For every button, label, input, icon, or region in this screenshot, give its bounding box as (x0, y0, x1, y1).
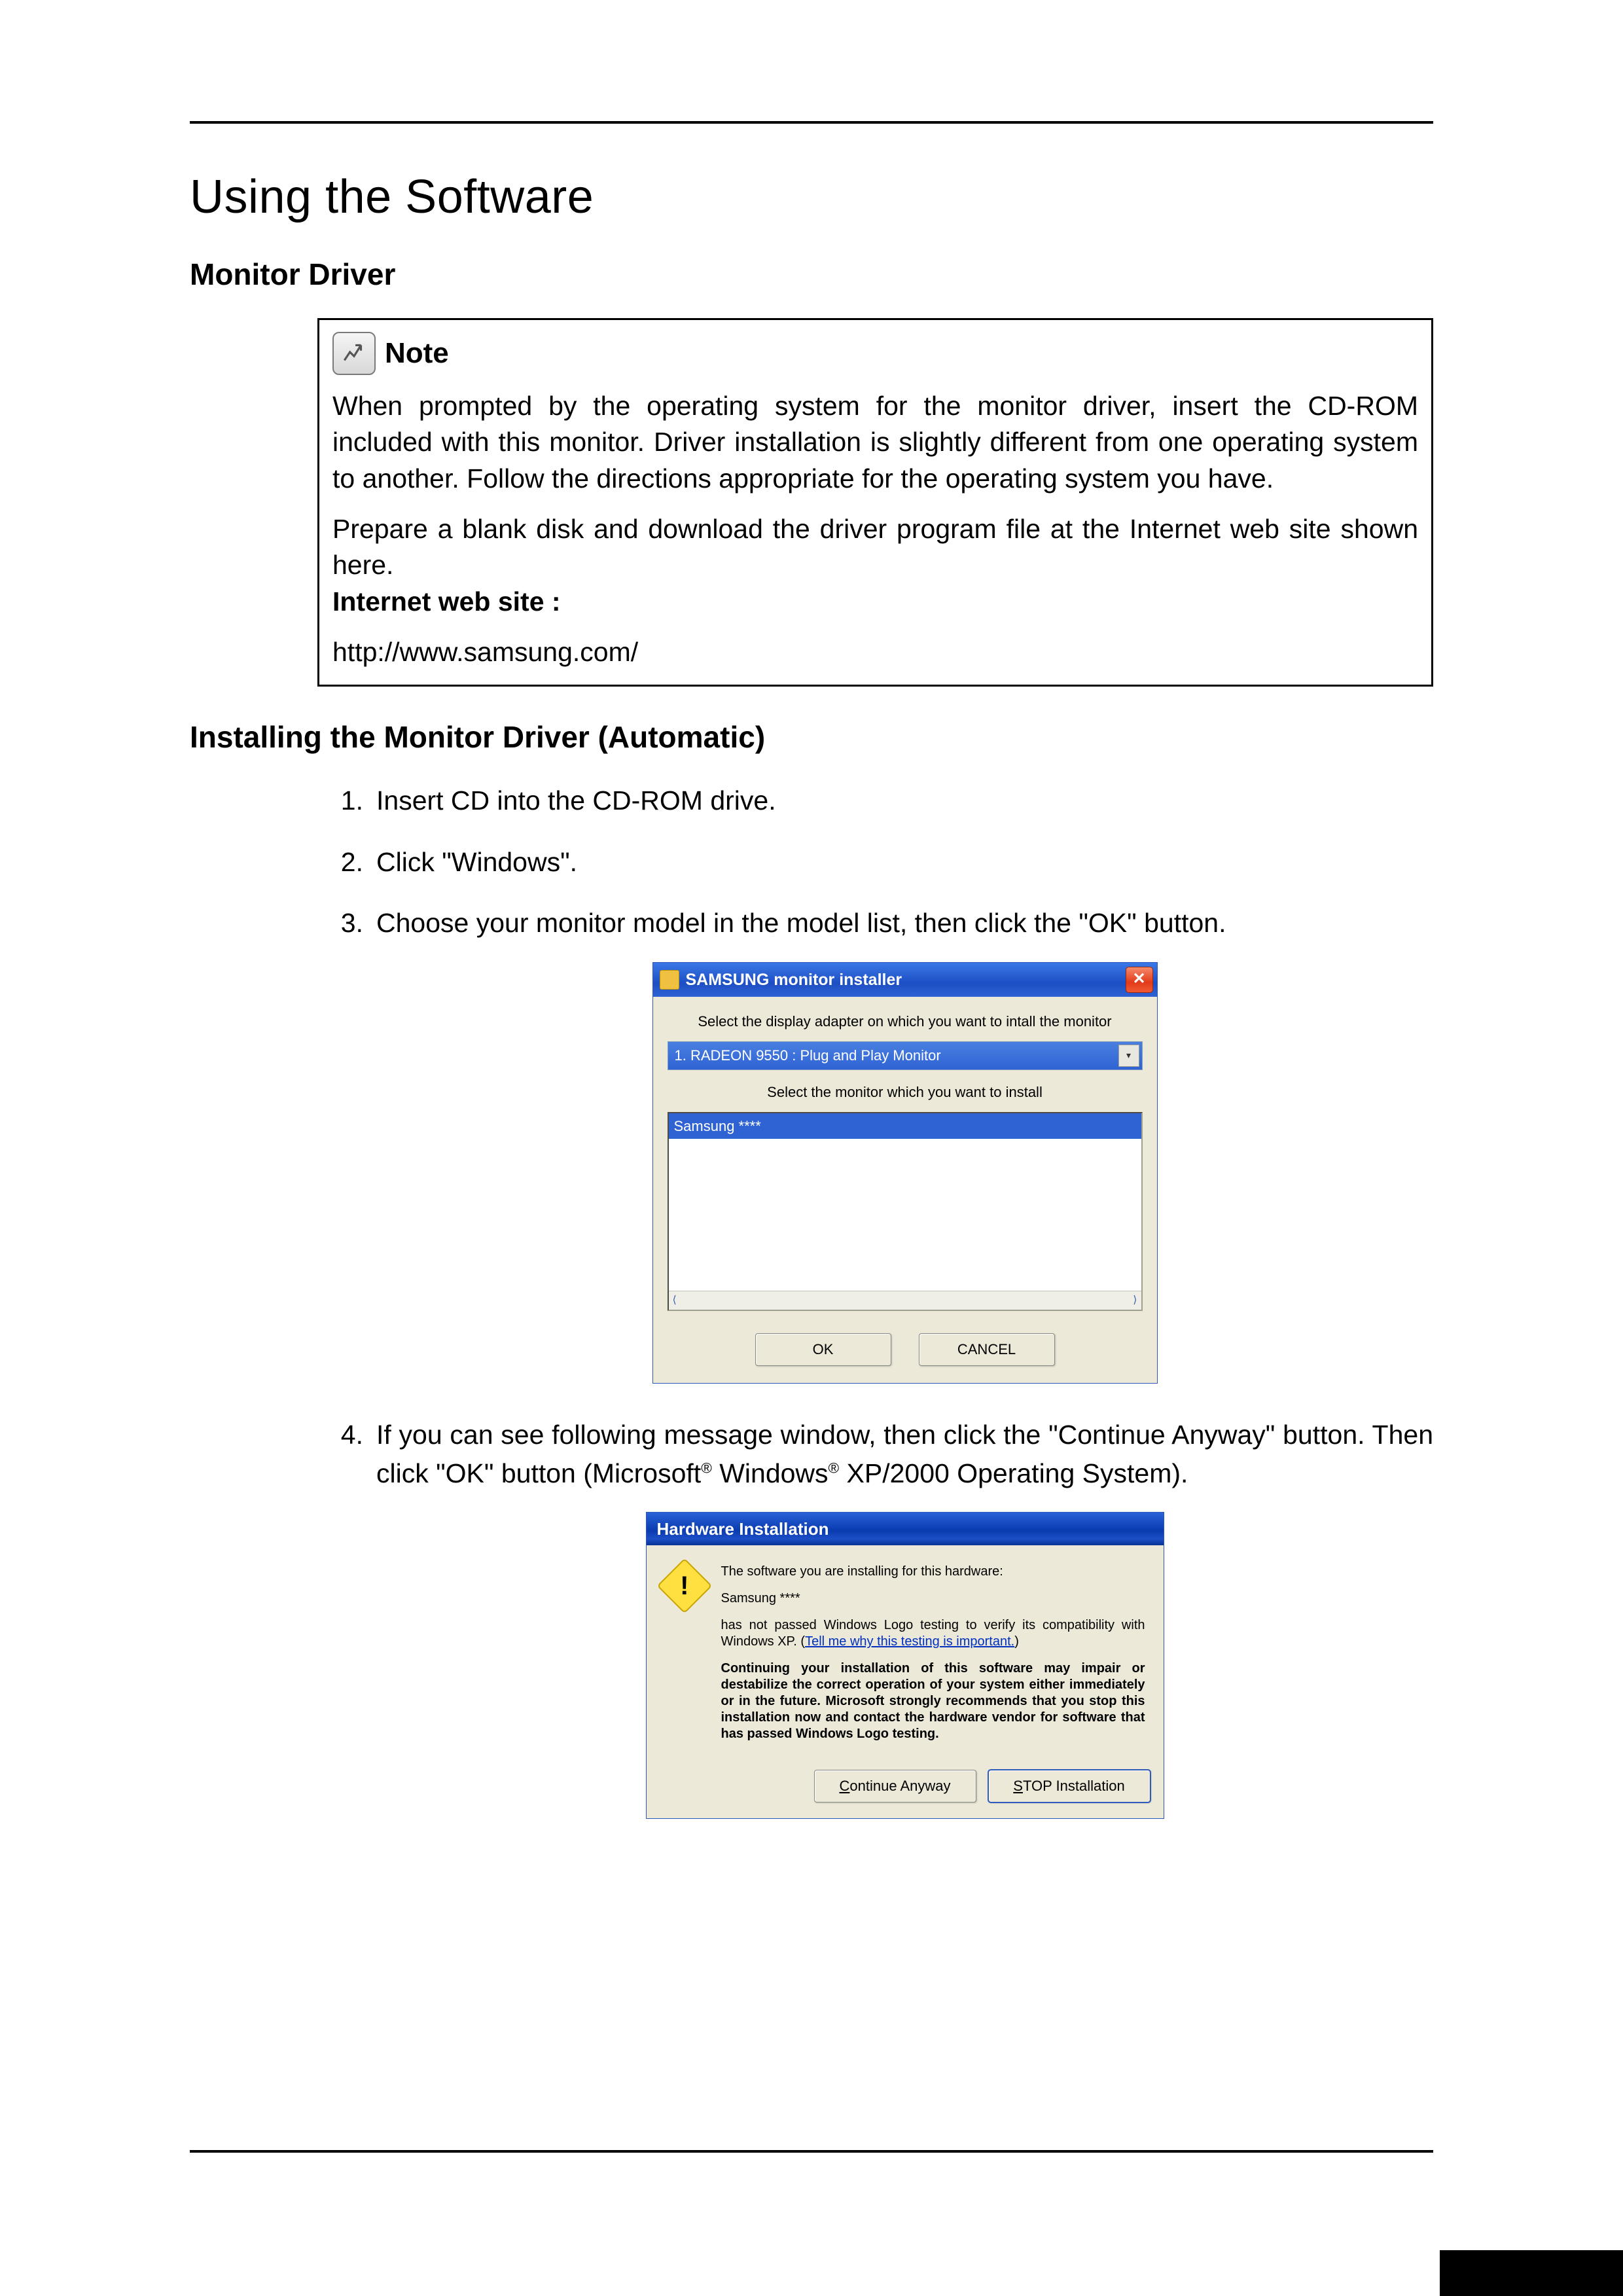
dialog2-body: ! The software you are installing for th… (647, 1545, 1164, 1766)
dialog1-titlebar[interactable]: SAMSUNG monitor installer ✕ (653, 963, 1157, 997)
dialog1-label-adapter: Select the display adapter on which you … (668, 1011, 1143, 1032)
dialog2-text: The software you are installing for this… (721, 1564, 1145, 1753)
scroll-right-icon[interactable]: ⟩ (1133, 1293, 1137, 1308)
note-p2-text: Prepare a blank disk and download the dr… (332, 514, 1418, 580)
header-rule (190, 121, 1433, 124)
continue-accel: C (840, 1778, 850, 1794)
close-button[interactable]: ✕ (1126, 967, 1153, 993)
internet-website-label: Internet web site : (332, 586, 561, 617)
stop-accel: S (1013, 1778, 1023, 1794)
warning-icon: ! (656, 1558, 712, 1614)
note-box: Note When prompted by the operating syst… (317, 318, 1433, 687)
ok-button[interactable]: OK (755, 1333, 891, 1366)
note-label: Note (385, 334, 449, 372)
dialog1-title: SAMSUNG monitor installer (686, 968, 902, 992)
step-1: Insert CD into the CD-ROM drive. (317, 781, 1433, 820)
chevron-down-icon: ▾ (1118, 1045, 1139, 1067)
section-monitor-driver: Monitor Driver (190, 257, 1433, 292)
dialog1-app-icon (660, 970, 679, 990)
page-title: Using the Software (190, 170, 1433, 224)
note-icon (332, 332, 376, 375)
cancel-button[interactable]: CANCEL (919, 1333, 1055, 1366)
section-install-automatic: Installing the Monitor Driver (Automatic… (190, 719, 1433, 755)
registered-mark: ® (701, 1460, 712, 1476)
registered-mark-2: ® (829, 1460, 840, 1476)
list-item-selected[interactable]: Samsung **** (669, 1113, 1141, 1139)
website-url: http://www.samsung.com/ (332, 634, 1418, 670)
step-4-text-b: Windows (712, 1458, 829, 1488)
note-header: Note (332, 332, 1418, 375)
monitor-listbox[interactable]: Samsung **** ⟨ ⟩ (668, 1112, 1143, 1311)
display-adapter-combo[interactable]: 1. RADEON 9550 : Plug and Play Monitor ▾ (668, 1041, 1143, 1070)
warning-bang: ! (680, 1567, 688, 1605)
samsung-installer-dialog: SAMSUNG monitor installer ✕ Select the d… (653, 963, 1157, 1383)
dialog1-label-monitor: Select the monitor which you want to ins… (668, 1082, 1143, 1103)
page-content: Using the Software Monitor Driver Note W… (190, 170, 1433, 1845)
horizontal-scrollbar[interactable]: ⟨ ⟩ (669, 1291, 1141, 1310)
install-steps: Insert CD into the CD-ROM drive. Click "… (317, 781, 1433, 1818)
page-corner-mark (1440, 2250, 1623, 2296)
step-4: If you can see following message window,… (317, 1416, 1433, 1819)
hardware-installation-dialog: Hardware Installation ! The software you… (647, 1513, 1164, 1818)
dialog2-titlebar[interactable]: Hardware Installation (647, 1513, 1164, 1545)
close-icon: ✕ (1132, 968, 1145, 991)
step-3-text: Choose your monitor model in the model l… (376, 908, 1226, 938)
stop-rest: TOP Installation (1023, 1778, 1125, 1794)
dialog2-button-row: Continue Anyway STOP Installation (647, 1766, 1164, 1818)
hw-line3: has not passed Windows Logo testing to v… (721, 1617, 1145, 1650)
dialog1-body: Select the display adapter on which you … (653, 997, 1157, 1383)
step-2: Click "Windows". (317, 843, 1433, 882)
stop-installation-button[interactable]: STOP Installation (988, 1770, 1150, 1803)
dialog1-button-row: OK CANCEL (668, 1333, 1143, 1366)
hw-warning-strong: Continuing your installation of this sof… (721, 1660, 1145, 1742)
logo-testing-link[interactable]: Tell me why this testing is important. (805, 1634, 1014, 1649)
hw-line1: The software you are installing for this… (721, 1564, 1145, 1580)
step-3: Choose your monitor model in the model l… (317, 904, 1433, 1382)
hw-line3b: ) (1014, 1634, 1019, 1649)
note-paragraph-2: Prepare a blank disk and download the dr… (332, 511, 1418, 620)
continue-rest: ontinue Anyway (849, 1778, 950, 1794)
footer-rule (190, 2150, 1433, 2153)
hw-line2: Samsung **** (721, 1590, 1145, 1607)
step-4-text-c: XP/2000 Operating System). (839, 1458, 1188, 1488)
continue-anyway-button[interactable]: Continue Anyway (814, 1770, 976, 1803)
combo-text: 1. RADEON 9550 : Plug and Play Monitor (675, 1045, 941, 1066)
note-paragraph-1: When prompted by the operating system fo… (332, 388, 1418, 497)
scroll-left-icon[interactable]: ⟨ (673, 1293, 677, 1308)
